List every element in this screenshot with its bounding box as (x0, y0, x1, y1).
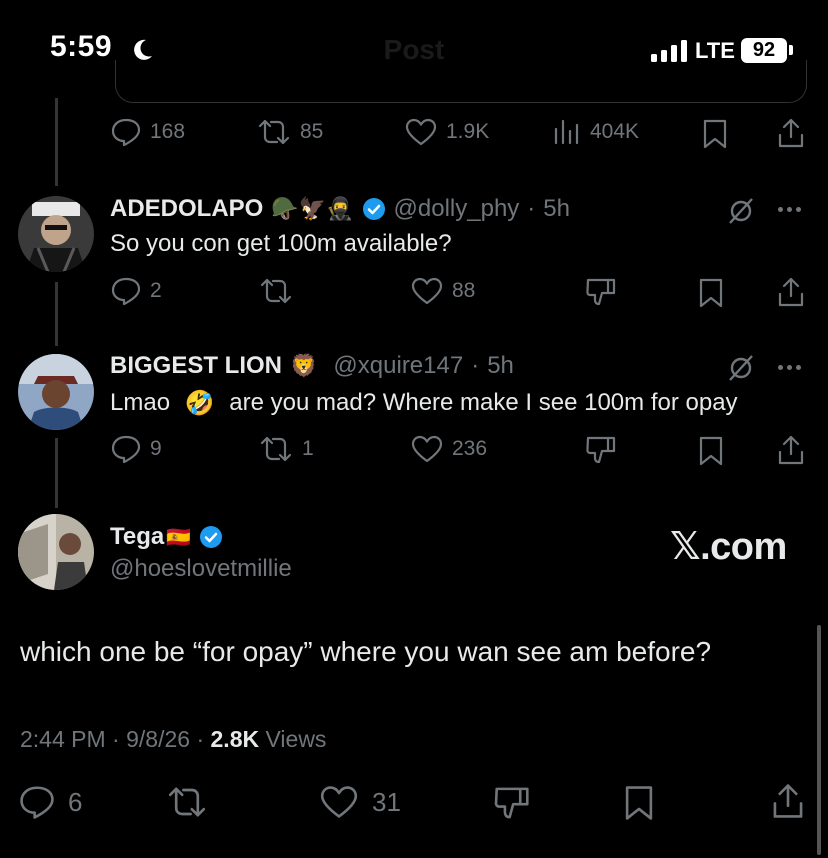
like-count: 1.9K (446, 120, 490, 143)
scrollbar[interactable] (817, 625, 821, 855)
signal-icon (651, 40, 687, 62)
post-time: 2:44 PM (20, 726, 106, 752)
repost-icon (260, 436, 292, 462)
reply-button[interactable]: 2 (110, 276, 162, 306)
more-options-icon[interactable] (778, 365, 801, 370)
display-name[interactable]: ADEDOLAPO (110, 195, 263, 223)
like-count: 31 (372, 786, 401, 817)
reply-icon (111, 118, 141, 147)
heart-icon (411, 277, 443, 305)
repost-button[interactable]: 85 (256, 117, 323, 147)
post-date: 9/8/26 (126, 726, 191, 752)
post-time: 5h (543, 195, 570, 222)
flag-emoji: 🇪🇸 (166, 526, 192, 549)
x-watermark: 𝕏.com (670, 526, 787, 568)
grok-icon[interactable] (726, 353, 756, 383)
share-icon[interactable] (770, 782, 806, 820)
display-name[interactable]: BIGGEST LION (110, 352, 282, 380)
grok-icon[interactable] (726, 196, 756, 226)
separator-dot: · (471, 352, 480, 379)
heart-icon (411, 435, 443, 463)
quoted-post-card[interactable] (115, 60, 807, 103)
reply-button[interactable]: 168 (110, 117, 185, 147)
repost-icon[interactable] (165, 784, 209, 820)
reply-text-rest: are you mad? Where make I see 100m for o… (229, 389, 738, 416)
post-text: which one be “for opay” where you wan se… (20, 636, 712, 667)
reply-button[interactable]: 9 (110, 434, 162, 464)
downvote-icon[interactable] (584, 276, 618, 308)
reply-icon (111, 435, 141, 464)
reply-count: 9 (150, 437, 162, 460)
repost-count: 85 (300, 120, 324, 143)
separator-dot: · (527, 195, 536, 222)
views-label: Views (265, 726, 327, 752)
more-options-icon[interactable] (778, 207, 801, 212)
downvote-icon[interactable] (492, 784, 532, 822)
avatar[interactable] (18, 196, 94, 272)
share-icon[interactable] (776, 434, 806, 466)
repost-button[interactable] (258, 276, 302, 306)
reply-icon (20, 786, 54, 819)
thread-line (55, 98, 58, 186)
post-time: 5h (487, 352, 514, 379)
like-button[interactable]: 236 (410, 434, 487, 464)
reply-icon (111, 277, 141, 306)
separator-dot: · (112, 726, 127, 752)
heart-icon (320, 786, 358, 818)
reply-count: 2 (150, 279, 162, 302)
author-row: Tega 🇪🇸 (110, 523, 223, 551)
name-emojis: 🦁 (290, 353, 318, 378)
reply-text-start: Lmao (110, 389, 171, 416)
like-button[interactable]: 31 (318, 784, 401, 820)
thread-line (55, 282, 58, 346)
bookmark-icon[interactable] (700, 118, 730, 150)
like-count: 88 (452, 279, 476, 302)
repost-icon (260, 278, 292, 304)
analytics-icon (554, 119, 579, 145)
bookmark-icon[interactable] (621, 784, 657, 822)
view-count: 2.8K (210, 726, 260, 752)
share-icon[interactable] (776, 117, 806, 149)
rolling-laughing-emoji: 🤣 (184, 390, 215, 418)
verified-badge-icon (362, 198, 385, 220)
display-name[interactable]: Tega (110, 523, 164, 551)
share-icon[interactable] (776, 276, 806, 308)
separator-dot: · (196, 726, 211, 752)
reply-count: 6 (68, 786, 83, 817)
heart-icon (405, 118, 437, 146)
post-meta: 2:44 PM · 9/8/26 · 2.8K Views (20, 726, 326, 753)
reply-header: BIGGEST LION 🦁 @xquire147 · 5h (110, 352, 514, 380)
handle[interactable]: @dolly_phy (394, 195, 520, 223)
bookmark-icon[interactable] (696, 435, 726, 467)
like-button[interactable]: 1.9K (404, 117, 489, 147)
reply-count: 168 (150, 120, 186, 143)
thread-line (55, 438, 58, 508)
views-button[interactable]: 404K (552, 117, 639, 147)
reply-text: Lmao 🤣 are you mad? Where make I see 100… (110, 389, 738, 418)
avatar[interactable] (18, 514, 94, 590)
downvote-icon[interactable] (584, 434, 618, 466)
reply-header: ADEDOLAPO 🪖🦅🥷 @dolly_phy · 5h (110, 195, 570, 223)
bookmark-icon[interactable] (696, 277, 726, 309)
view-count: 404K (590, 120, 640, 143)
reply-button[interactable]: 6 (18, 784, 82, 820)
repost-count: 1 (302, 437, 314, 460)
repost-icon (258, 119, 290, 145)
battery-cap (789, 45, 793, 55)
name-emojis: 🪖🦅🥷 (271, 196, 354, 221)
repost-button[interactable]: 1 (258, 434, 314, 464)
handle[interactable]: @xquire147 (333, 352, 463, 380)
like-count: 236 (452, 437, 488, 460)
avatar[interactable] (18, 354, 94, 430)
reply-text: So you con get 100m available? (110, 230, 452, 257)
handle[interactable]: @hoeslovetmillie (110, 555, 292, 583)
like-button[interactable]: 88 (410, 276, 475, 306)
verified-badge-icon (200, 526, 223, 548)
